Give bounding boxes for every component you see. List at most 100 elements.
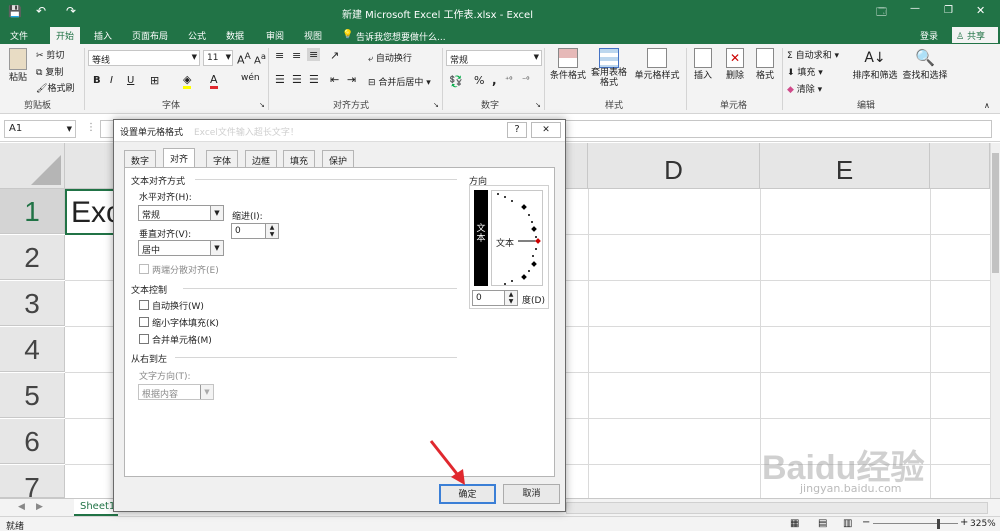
conditional-formatting-button[interactable]: 条件格式 xyxy=(549,48,587,81)
delete-cells-button[interactable]: ✕ 删除 xyxy=(722,48,748,81)
row-header-7[interactable]: 7 xyxy=(0,465,65,503)
shrink-font-icon[interactable]: Aa xyxy=(254,51,266,66)
share-button[interactable]: ♙ 共享 xyxy=(952,27,998,43)
wrap-text-checkbox[interactable] xyxy=(139,300,149,310)
tab-review[interactable]: 审阅 xyxy=(260,27,290,44)
spinner-arrows-icon[interactable]: ▲ ▼ xyxy=(265,224,278,238)
align-center-icon[interactable]: ☰ xyxy=(292,73,302,86)
row-header-6[interactable]: 6 xyxy=(0,419,65,464)
minimize-button[interactable]: — xyxy=(910,3,920,14)
page-layout-view-icon[interactable]: ▤ xyxy=(818,518,827,529)
format-cells-button[interactable]: 格式 xyxy=(752,48,778,81)
align-top-icon[interactable]: ≡ xyxy=(275,49,284,62)
paste-button[interactable]: 粘贴 xyxy=(6,48,30,83)
cancel-button[interactable]: 取消 xyxy=(503,484,560,504)
save-icon[interactable]: 💾 xyxy=(8,5,22,18)
increase-indent-icon[interactable]: ⇥ xyxy=(347,73,356,86)
row-header-2[interactable]: 2 xyxy=(0,235,65,280)
tell-me-search[interactable]: 告诉我您想要做什么... xyxy=(356,30,446,43)
restore-button[interactable]: ❐ xyxy=(944,5,953,16)
find-select-button[interactable]: 🔍 查找和选择 xyxy=(901,48,949,81)
format-as-table-button[interactable]: 套用表格格式 xyxy=(590,48,628,88)
grow-font-icon[interactable]: AA xyxy=(237,51,251,67)
collapse-ribbon-icon[interactable]: ∧ xyxy=(984,101,990,110)
vertical-text-button[interactable]: 文本 xyxy=(474,190,488,286)
close-button[interactable]: ✕ xyxy=(976,4,985,17)
undo-icon[interactable]: ↶ xyxy=(36,4,46,18)
name-box[interactable]: A1 ▼ xyxy=(4,120,76,138)
spinner-arrows-icon[interactable]: ▲ ▼ xyxy=(504,291,517,305)
vertical-align-select[interactable]: 居中 ▼ xyxy=(138,240,224,256)
clear-button[interactable]: ◆ 清除 ▾ xyxy=(787,82,822,95)
increase-decimal-icon[interactable]: ⁺⁰ xyxy=(505,75,512,84)
fill-color-icon[interactable]: ◈ xyxy=(183,73,192,89)
select-all-corner[interactable] xyxy=(0,143,65,189)
dialog-help-button[interactable]: ? xyxy=(507,122,527,138)
dialog-tab-alignment[interactable]: 对齐 xyxy=(163,148,196,168)
orientation-icon[interactable]: ↗ xyxy=(330,49,339,62)
align-middle-icon[interactable]: ≡ xyxy=(292,49,301,62)
text-direction-select[interactable]: 根据内容 ▼ xyxy=(138,384,214,400)
insert-cells-button[interactable]: 插入 xyxy=(690,48,716,81)
percent-button[interactable]: % xyxy=(474,74,484,87)
shrink-to-fit-checkbox[interactable] xyxy=(139,317,149,327)
row-header-3[interactable]: 3 xyxy=(0,281,65,326)
row-header-1[interactable]: 1 xyxy=(0,189,65,234)
italic-button[interactable]: I xyxy=(110,75,113,86)
horizontal-align-select[interactable]: 常规 ▼ xyxy=(138,205,224,221)
borders-icon[interactable]: ⊞ xyxy=(150,74,159,87)
font-color-icon[interactable]: A xyxy=(210,73,218,89)
column-header-e[interactable]: E xyxy=(760,143,930,189)
tab-page-layout[interactable]: 页面布局 xyxy=(126,27,174,44)
number-format-combo[interactable]: 常规 ▼ xyxy=(446,50,542,66)
sheet-tab-sheet1[interactable]: Sheet1 xyxy=(74,499,118,516)
number-launcher-icon[interactable]: ↘ xyxy=(535,101,541,109)
vertical-scrollbar[interactable] xyxy=(990,143,1000,498)
dialog-tab-fill[interactable]: 填充 xyxy=(283,150,316,167)
tab-scroll-right-icon[interactable]: ▶ xyxy=(36,502,43,512)
cell-styles-button[interactable]: 单元格样式 xyxy=(632,48,682,81)
currency-icon[interactable]: 💱 xyxy=(449,75,463,88)
dialog-close-button[interactable]: ✕ xyxy=(531,122,561,138)
align-left-icon[interactable]: ☰ xyxy=(275,73,285,86)
autosum-button[interactable]: Σ 自动求和 ▾ xyxy=(787,48,839,61)
zoom-out-button[interactable]: − xyxy=(862,517,870,528)
font-launcher-icon[interactable]: ↘ xyxy=(259,101,265,109)
tab-data[interactable]: 数据 xyxy=(220,27,250,44)
copy-button[interactable]: ⧉ 复制 xyxy=(36,65,63,78)
underline-button[interactable]: U xyxy=(127,75,134,86)
tab-insert[interactable]: 插入 xyxy=(88,27,118,44)
font-size-combo[interactable]: 11 ▼ xyxy=(203,50,233,66)
orientation-dial[interactable]: 文本 xyxy=(491,190,543,286)
zoom-in-button[interactable]: + xyxy=(960,517,968,528)
sort-filter-button[interactable]: A↓ 排序和筛选 xyxy=(852,48,898,81)
horizontal-scrollbar[interactable] xyxy=(566,502,988,514)
alignment-launcher-icon[interactable]: ↘ xyxy=(433,101,439,109)
page-break-view-icon[interactable]: ▥ xyxy=(843,518,852,529)
align-right-icon[interactable]: ☰ xyxy=(309,73,319,86)
comma-button[interactable]: , xyxy=(492,73,497,87)
decrease-decimal-icon[interactable]: ⁻⁰ xyxy=(522,75,529,84)
tab-file[interactable]: 文件 xyxy=(4,27,34,44)
dialog-tab-border[interactable]: 边框 xyxy=(245,150,278,167)
tab-view[interactable]: 视图 xyxy=(298,27,328,44)
zoom-level[interactable]: 325% xyxy=(970,519,996,529)
normal-view-icon[interactable]: ▦ xyxy=(790,518,799,529)
ok-button[interactable]: 确定 xyxy=(439,484,496,504)
indent-spinner[interactable]: 0 ▲ ▼ xyxy=(231,223,279,239)
wrap-text-button[interactable]: ⤶ 自动换行 xyxy=(368,51,412,64)
dialog-tab-protection[interactable]: 保护 xyxy=(322,150,355,167)
align-bottom-icon[interactable]: ≡ xyxy=(307,48,321,61)
zoom-slider[interactable] xyxy=(873,523,958,524)
merge-center-button[interactable]: ⊟ 合并后居中 ▾ xyxy=(368,75,431,88)
redo-icon[interactable]: ↷ xyxy=(66,4,76,18)
degrees-spinner[interactable]: 0 ▲ ▼ xyxy=(472,290,518,306)
font-name-combo[interactable]: 等线 ▼ xyxy=(88,50,200,66)
tab-home[interactable]: 开始 xyxy=(50,27,81,44)
dialog-tab-number[interactable]: 数字 xyxy=(124,150,157,167)
dialog-tab-font[interactable]: 字体 xyxy=(206,150,239,167)
scrollbar-thumb[interactable] xyxy=(992,153,999,273)
bold-button[interactable]: B xyxy=(93,75,101,86)
zoom-slider-thumb[interactable] xyxy=(937,519,940,529)
fill-button[interactable]: ⬇ 填充 ▾ xyxy=(787,65,823,78)
